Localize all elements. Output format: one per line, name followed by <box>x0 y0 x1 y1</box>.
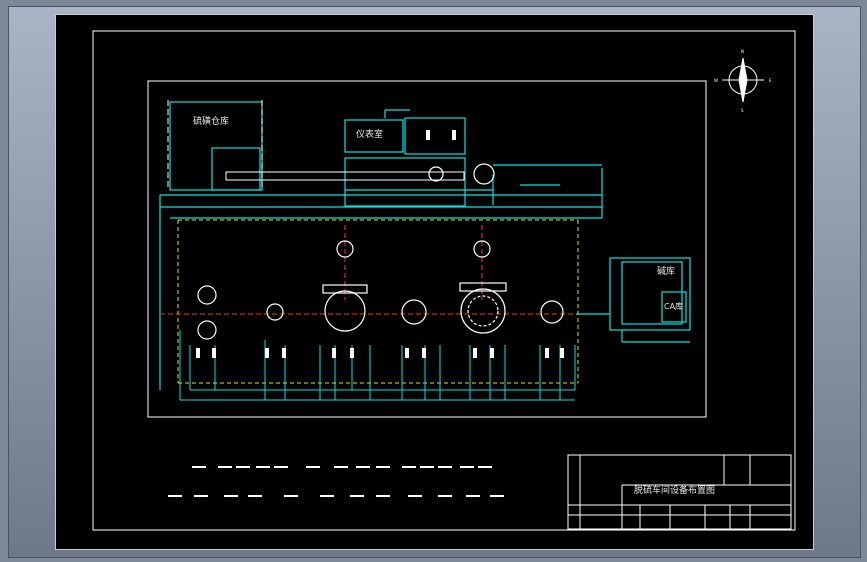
room-label-instrument-room: 仪表室 <box>356 130 384 140</box>
upper-building <box>159 101 603 390</box>
yellow-grid <box>177 219 579 384</box>
drawing-title: 脱硫车间设备布置图 <box>634 486 716 496</box>
compass-west: W <box>714 78 718 83</box>
legend-rows <box>168 466 504 497</box>
cad-drawing <box>92 30 796 531</box>
room-label-sulfur-warehouse: 硫磺仓库 <box>193 117 230 127</box>
pump-markers <box>196 130 564 358</box>
compass-east: E <box>769 78 772 83</box>
room-label-ca-store: CA库 <box>664 302 684 311</box>
red-centerlines <box>160 225 578 315</box>
room-label-alkali-store: 碱库 <box>657 267 676 277</box>
compass-rose <box>722 57 764 103</box>
compass-south: S <box>741 108 744 113</box>
compass-north: N <box>741 49 744 54</box>
pipe-legs <box>179 330 576 401</box>
